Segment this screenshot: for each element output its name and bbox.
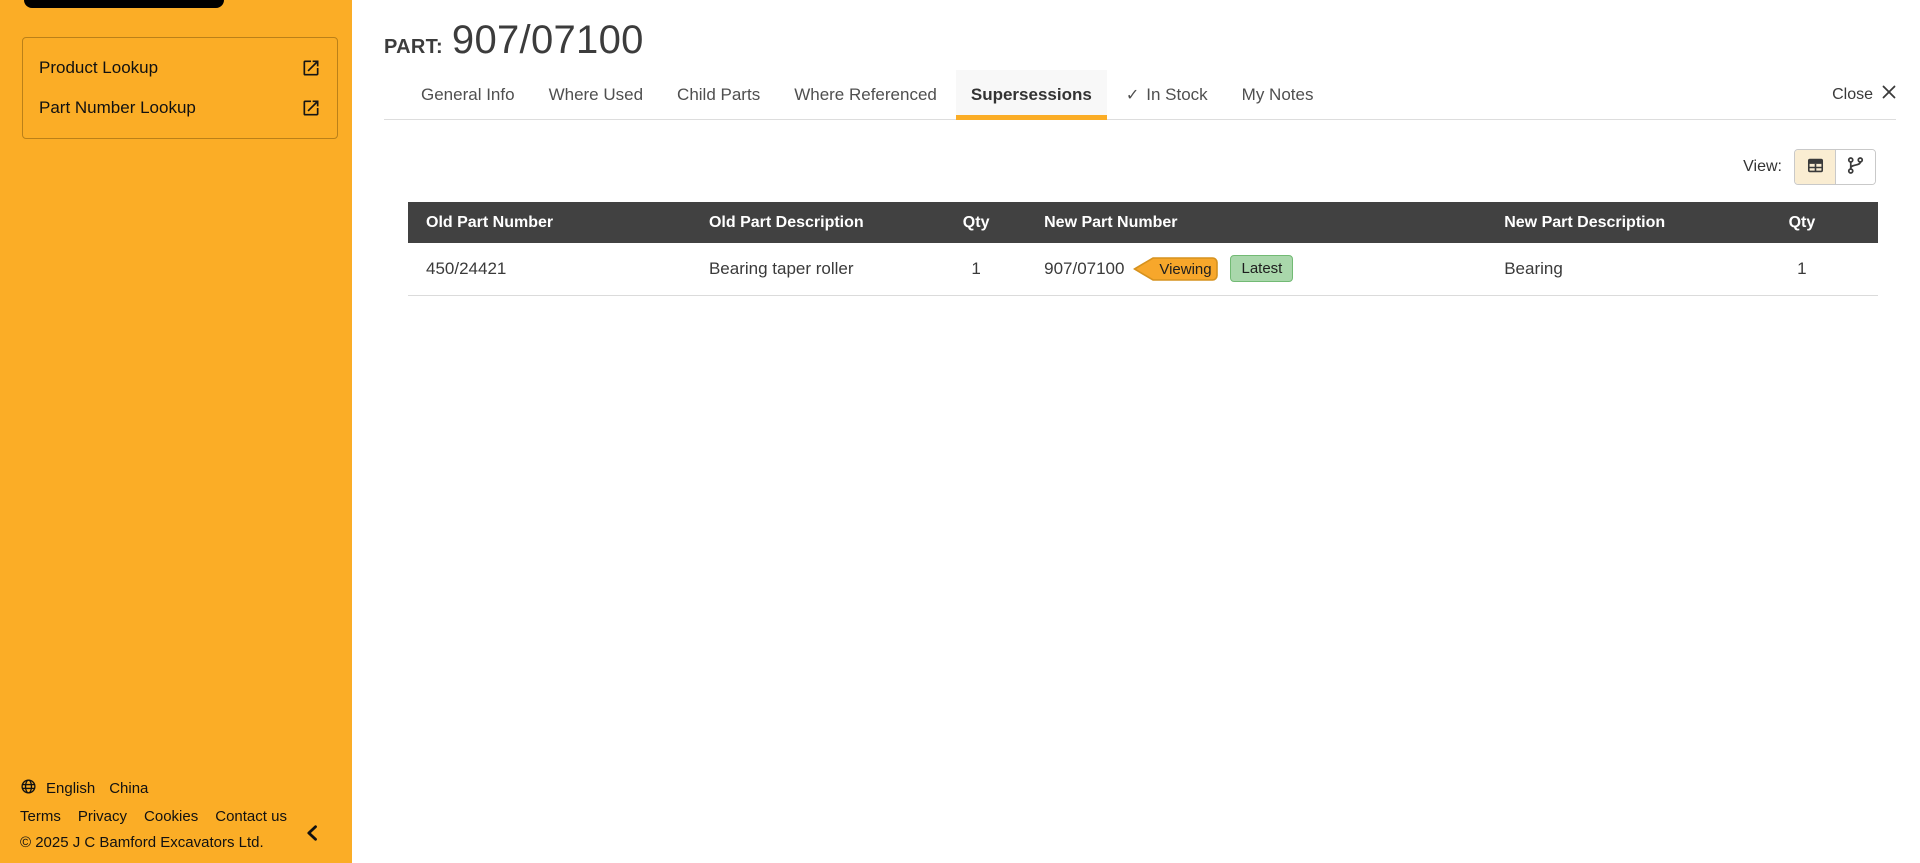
copyright-text: © 2025 J C Bamford Excavators Ltd.: [20, 834, 264, 851]
new-part-number-value: 907/07100: [1044, 258, 1125, 278]
external-link-icon: [301, 98, 321, 118]
old-part-number-cell: 450/24421: [408, 243, 691, 296]
sidebar: JCB Product Lookup Part Number Lookup: [0, 0, 352, 863]
tab-label: Child Parts: [677, 84, 761, 104]
new-qty-cell: 1: [1725, 243, 1878, 296]
table-view-button[interactable]: [1795, 150, 1835, 184]
new-part-number-cell: 907/07100 Viewing Latest: [1026, 243, 1487, 296]
chevron-left-icon: [303, 823, 323, 846]
contact-us-link[interactable]: Contact us: [215, 808, 287, 825]
view-label: View:: [1743, 158, 1782, 175]
tab-bar: General Info Where Used Child Parts Wher…: [384, 70, 1896, 120]
product-lookup-label: Product Lookup: [39, 58, 159, 77]
product-lookup-link[interactable]: Product Lookup: [39, 48, 321, 88]
close-button[interactable]: Close: [1832, 85, 1896, 104]
supersessions-table: Old Part Number Old Part Description Qty…: [408, 202, 1878, 296]
external-link-icon: [301, 58, 321, 78]
col-old-part-description: Old Part Description: [690, 202, 927, 243]
language-link[interactable]: English: [46, 780, 95, 797]
cookies-link[interactable]: Cookies: [144, 808, 198, 825]
tab-where-referenced[interactable]: Where Referenced: [779, 70, 952, 119]
table-view-icon: [1806, 156, 1825, 178]
check-icon: ✓: [1125, 85, 1140, 104]
tab-supersessions[interactable]: Supersessions: [955, 70, 1107, 120]
privacy-link[interactable]: Privacy: [78, 808, 127, 825]
close-icon: [1882, 85, 1896, 104]
tree-branch-icon: [1846, 156, 1865, 178]
part-number: 907/07100: [451, 18, 644, 62]
tab-label: Supersessions: [970, 84, 1092, 104]
region-link[interactable]: China: [109, 780, 148, 797]
close-label: Close: [1832, 85, 1873, 103]
brand-logo[interactable]: JCB: [24, 0, 224, 9]
tree-view-button[interactable]: [1835, 150, 1875, 184]
tab-label: General Info: [421, 84, 515, 104]
col-old-part-number: Old Part Number: [408, 202, 691, 243]
latest-badge: Latest: [1230, 255, 1294, 283]
new-part-description-cell: Bearing: [1486, 243, 1726, 296]
viewing-badge: Viewing: [1133, 256, 1219, 281]
lookup-panel: Product Lookup Part Number Lookup: [22, 37, 338, 139]
tab-label: Where Used: [548, 84, 644, 104]
col-old-qty: Qty: [926, 202, 1027, 243]
sidebar-collapse-button[interactable]: [300, 821, 326, 847]
tab-where-used[interactable]: Where Used: [534, 70, 658, 119]
main-content: PART: 907/07100 General Info Where Used …: [352, 0, 1920, 863]
tab-label: Where Referenced: [794, 84, 937, 104]
globe-icon: [20, 778, 37, 799]
view-toggle-group: [1794, 149, 1876, 185]
brand-logo-text: JCB: [24, 0, 224, 8]
tab-label: My Notes: [1241, 84, 1314, 104]
page-title: PART: 907/07100: [384, 18, 1896, 63]
part-label: PART:: [384, 36, 443, 58]
view-toggle-row: View:: [384, 149, 1896, 185]
table-header-row: Old Part Number Old Part Description Qty…: [408, 202, 1878, 243]
col-new-part-number: New Part Number: [1026, 202, 1487, 243]
old-part-description-cell: Bearing taper roller: [690, 243, 927, 296]
tab-my-notes[interactable]: My Notes: [1227, 70, 1329, 119]
old-qty-cell: 1: [926, 243, 1027, 296]
col-new-part-description: New Part Description: [1486, 202, 1726, 243]
col-new-qty: Qty: [1725, 202, 1878, 243]
sidebar-footer: English China Terms Privacy Cookies Cont…: [20, 778, 287, 851]
part-number-lookup-link[interactable]: Part Number Lookup: [39, 88, 321, 128]
terms-link[interactable]: Terms: [20, 808, 61, 825]
tab-child-parts[interactable]: Child Parts: [662, 70, 775, 119]
tab-label: In Stock: [1146, 84, 1208, 104]
svg-text:Viewing: Viewing: [1160, 261, 1212, 278]
part-number-lookup-label: Part Number Lookup: [39, 98, 196, 117]
tab-in-stock[interactable]: ✓ In Stock: [1111, 70, 1223, 119]
table-row: 450/24421 Bearing taper roller 1 907/071…: [408, 243, 1878, 296]
tab-general-info[interactable]: General Info: [406, 70, 530, 119]
